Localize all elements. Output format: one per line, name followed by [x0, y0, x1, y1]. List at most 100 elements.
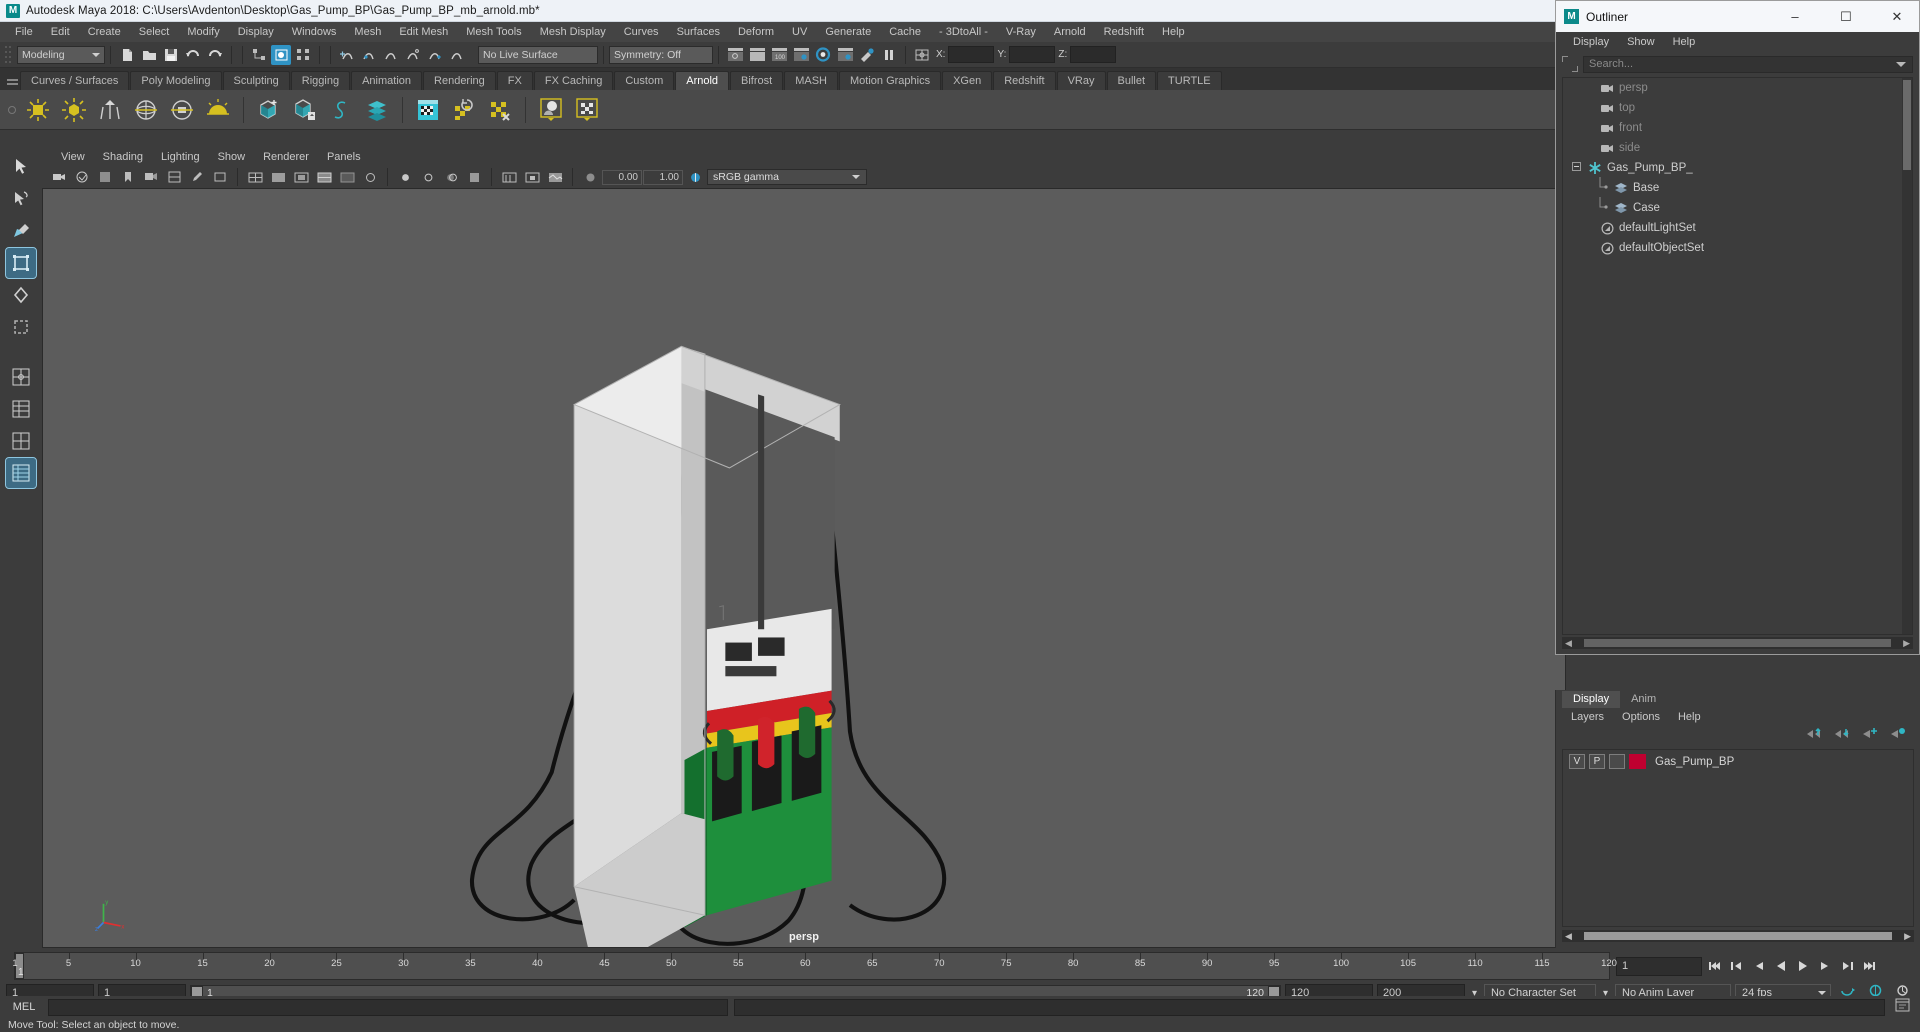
- show-hide-attribute-editor-button[interactable]: [747, 45, 767, 65]
- grease-pencil-icon[interactable]: [187, 167, 207, 187]
- arnold-render-view-icon[interactable]: [413, 95, 443, 125]
- show-hide-channel-box-button[interactable]: [791, 45, 811, 65]
- step-back-frame-icon[interactable]: [1749, 957, 1768, 976]
- layer-menu-layers[interactable]: Layers: [1562, 711, 1613, 723]
- redo-button[interactable]: [205, 45, 225, 65]
- shelf-tab-turtle[interactable]: TURTLE: [1157, 71, 1222, 90]
- shelf-row-grip[interactable]: [4, 92, 20, 128]
- step-forward-frame-icon[interactable]: [1815, 957, 1834, 976]
- outliner-menu-display[interactable]: Display: [1564, 36, 1618, 48]
- outliner-menu-help[interactable]: Help: [1664, 36, 1705, 48]
- arnold-flush-cache-icon[interactable]: [449, 95, 479, 125]
- layer-color-swatch[interactable]: [1629, 754, 1646, 769]
- outliner-item[interactable]: defaultObjectSet: [1563, 238, 1912, 258]
- motion-blur-icon[interactable]: [499, 167, 519, 187]
- snap-to-view-plane-button[interactable]: [425, 45, 445, 65]
- viewport-menu-shading[interactable]: Shading: [94, 151, 152, 163]
- render-current-frame-button[interactable]: [813, 45, 833, 65]
- outliner-vertical-scrollbar[interactable]: [1902, 78, 1912, 634]
- current-frame-field[interactable]: 1: [1616, 956, 1702, 976]
- image-plane-icon[interactable]: [141, 167, 161, 187]
- outliner-horizontal-scrollbar[interactable]: ◀ ▶: [1562, 637, 1913, 649]
- time-slider[interactable]: 1 1 5 10 15 20 25 30 35 40 45 50 55 60 65 70 75 80 85 90 95…: [12, 952, 1617, 980]
- shadows-icon[interactable]: [441, 167, 461, 187]
- select-camera-icon[interactable]: [49, 167, 69, 187]
- open-scene-button[interactable]: [139, 45, 159, 65]
- menu-item-surfaces[interactable]: Surfaces: [668, 24, 729, 40]
- snap-to-grid-button[interactable]: [337, 45, 357, 65]
- select-tool-button[interactable]: [6, 152, 36, 182]
- arnold-curve-collector-icon[interactable]: [326, 95, 356, 125]
- layer-playback-toggle[interactable]: P: [1589, 754, 1605, 769]
- menu-item-arnold[interactable]: Arnold: [1045, 24, 1095, 40]
- arnold-shader-ball-icon[interactable]: [536, 95, 566, 125]
- shelf-tab-xgen[interactable]: XGen: [942, 71, 993, 90]
- menu-item-create[interactable]: Create: [79, 24, 130, 40]
- arnold-standin-export-icon[interactable]: [290, 95, 320, 125]
- script-editor-icon[interactable]: [1891, 998, 1914, 1017]
- move-layer-up-icon[interactable]: [1805, 727, 1822, 745]
- lasso-tool-button[interactable]: [6, 184, 36, 214]
- menu-item-help[interactable]: Help: [1153, 24, 1194, 40]
- close-icon[interactable]: ✕: [1875, 1, 1919, 32]
- ipr-render-button[interactable]: [835, 45, 855, 65]
- render-settings-button[interactable]: [857, 45, 877, 65]
- layout-four-view-button[interactable]: [6, 362, 36, 392]
- layout-persp-outliner-button[interactable]: [6, 394, 36, 424]
- scrollbar-thumb[interactable]: [1903, 80, 1911, 170]
- use-default-lighting-icon[interactable]: [395, 167, 415, 187]
- outliner-menu-show[interactable]: Show: [1618, 36, 1664, 48]
- show-hide-tool-settings-button[interactable]: 100: [769, 45, 789, 65]
- shelf-tab-poly-modeling[interactable]: Poly Modeling: [130, 71, 222, 90]
- search-scope-icon[interactable]: [1562, 56, 1578, 72]
- arnold-mesh-light-icon[interactable]: [167, 95, 197, 125]
- shelf-tab-curves-surfaces[interactable]: Curves / Surfaces: [20, 71, 130, 90]
- outliner-item[interactable]: Gas_Pump_BP_: [1563, 158, 1912, 178]
- move-layer-down-icon[interactable]: [1833, 727, 1850, 745]
- rotate-tool-button[interactable]: [6, 280, 36, 310]
- arnold-distant-light-icon[interactable]: [95, 95, 125, 125]
- lock-camera-icon[interactable]: [72, 167, 92, 187]
- make-live-button[interactable]: [447, 45, 467, 65]
- outliner-item[interactable]: defaultLightSet: [1563, 218, 1912, 238]
- toolbar-grip[interactable]: [4, 43, 13, 66]
- snap-to-curve-button[interactable]: [359, 45, 379, 65]
- layer-editor-tab-display[interactable]: Display: [1562, 691, 1621, 708]
- play-forwards-icon[interactable]: [1793, 957, 1812, 976]
- outliner-item[interactable]: front: [1563, 118, 1912, 138]
- outliner-item[interactable]: Base: [1563, 176, 1912, 198]
- layer-menu-options[interactable]: Options: [1613, 711, 1669, 723]
- shelf-tab-mash[interactable]: MASH: [784, 71, 838, 90]
- outliner-search-input[interactable]: Search...: [1583, 55, 1913, 73]
- shelf-tab-vray[interactable]: VRay: [1056, 71, 1106, 90]
- menu-item-curves[interactable]: Curves: [615, 24, 668, 40]
- menu-item-display[interactable]: Display: [229, 24, 283, 40]
- layer-editor-tab-anim[interactable]: Anim: [1620, 691, 1668, 708]
- menu-item-file[interactable]: File: [6, 24, 42, 40]
- use-all-lights-icon[interactable]: [418, 167, 438, 187]
- arnold-checker-icon[interactable]: [572, 95, 602, 125]
- layer-horizontal-scrollbar[interactable]: ◀ ▶: [1562, 930, 1914, 942]
- save-scene-button[interactable]: [161, 45, 181, 65]
- viewport-menu-renderer[interactable]: Renderer: [254, 151, 318, 163]
- shelf-tab-fx-caching[interactable]: FX Caching: [533, 71, 614, 90]
- menu-item-mesh[interactable]: Mesh: [345, 24, 390, 40]
- maximize-icon[interactable]: ☐: [1824, 1, 1868, 32]
- minimize-icon[interactable]: –: [1773, 1, 1817, 32]
- shelf-tab-grip[interactable]: [4, 70, 20, 90]
- paint-select-tool-button[interactable]: [6, 216, 36, 246]
- two-d-pan-zoom-icon[interactable]: [164, 167, 184, 187]
- outliner-item[interactable]: top: [1563, 98, 1912, 118]
- select-by-component-button[interactable]: [293, 45, 313, 65]
- gamma-field[interactable]: 1.00: [643, 169, 683, 185]
- go-to-end-icon[interactable]: [1859, 957, 1878, 976]
- outliner-title-bar[interactable]: M Outliner – ☐ ✕: [1556, 1, 1919, 32]
- layout-persp-hypershade-button[interactable]: [5, 457, 37, 489]
- exposure-down-icon[interactable]: [580, 167, 600, 187]
- camera-attributes-icon[interactable]: [95, 167, 115, 187]
- go-to-start-icon[interactable]: [1705, 957, 1724, 976]
- arnold-point-light-icon[interactable]: [59, 95, 89, 125]
- collapse-toggle-icon[interactable]: [1572, 162, 1583, 174]
- outliner-item[interactable]: side: [1563, 138, 1912, 158]
- step-back-key-icon[interactable]: [1727, 957, 1746, 976]
